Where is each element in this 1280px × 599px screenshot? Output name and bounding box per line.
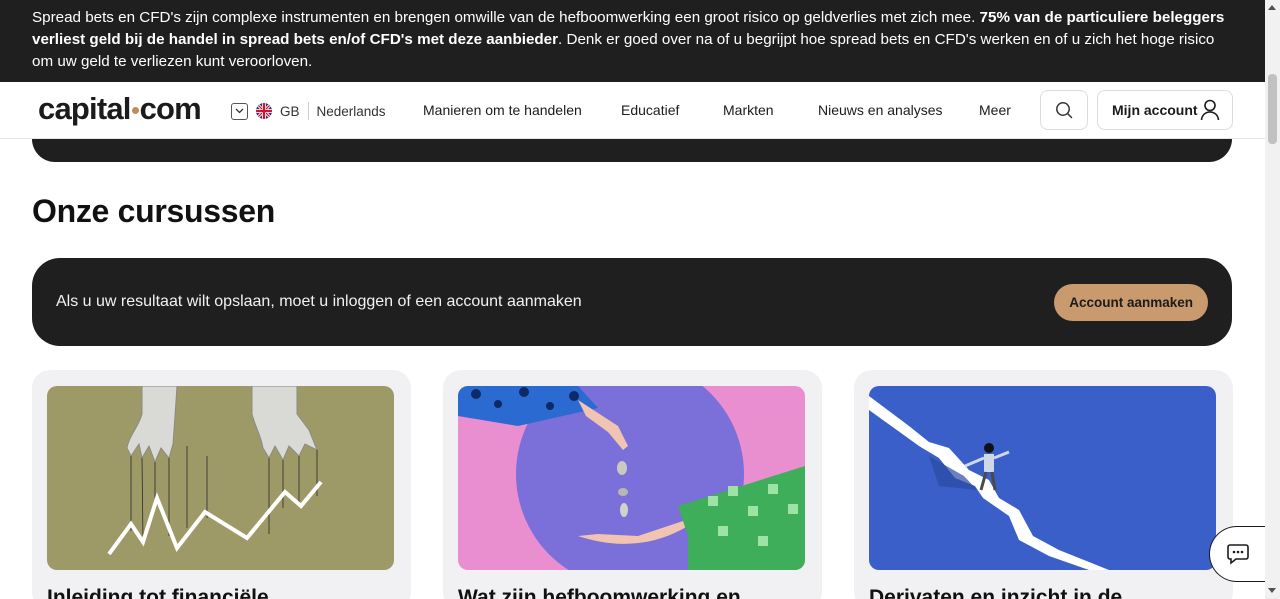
nav-education[interactable]: Educatief <box>621 102 679 118</box>
nav-more[interactable]: Meer <box>979 102 1011 118</box>
risk-warning-text: Spread bets en CFD's zijn complexe instr… <box>32 9 980 26</box>
course-title[interactable]: Wat zijn hefboomwerking en <box>458 586 741 599</box>
page-scrollbar[interactable] <box>1265 0 1280 599</box>
region-code[interactable]: GB <box>280 104 300 119</box>
main-navbar: capital com GB Nederlands Manieren om te … <box>0 82 1265 139</box>
risk-warning-banner: Spread bets en CFD's zijn complexe instr… <box>0 0 1265 82</box>
user-icon <box>1200 99 1220 121</box>
logo-dot <box>131 107 139 114</box>
search-icon <box>1056 102 1073 119</box>
my-account-label: Mijn account <box>1112 102 1198 118</box>
capital-com-logo[interactable]: capital com <box>38 91 202 127</box>
course-image-coins[interactable] <box>458 386 805 570</box>
uk-flag-icon <box>256 103 272 119</box>
logo-text-right: com <box>139 91 202 126</box>
course-title[interactable]: Derivaten en inzicht in de <box>869 586 1122 599</box>
login-prompt-bar: Als u uw resultaat wilt opslaan, moet u … <box>32 258 1232 346</box>
nav-ways-to-trade[interactable]: Manieren om te handelen <box>423 102 582 118</box>
course-image-graph-walker[interactable] <box>869 386 1216 570</box>
course-card[interactable]: Wat zijn hefboomwerking en <box>443 370 822 599</box>
nav-markets[interactable]: Markten <box>723 102 774 118</box>
chat-button[interactable] <box>1209 526 1265 582</box>
scroll-down-arrow[interactable] <box>1268 588 1276 593</box>
login-prompt-text: Als u uw resultaat wilt opslaan, moet u … <box>56 293 582 310</box>
search-button[interactable] <box>1040 90 1088 130</box>
course-title[interactable]: Inleiding tot financiële <box>47 586 269 599</box>
scroll-up-arrow[interactable] <box>1268 5 1276 10</box>
language-label[interactable]: Nederlands <box>317 104 386 119</box>
divider <box>307 102 309 120</box>
language-selector[interactable]: GB Nederlands <box>231 101 386 121</box>
course-image-puppet-hands[interactable] <box>47 386 394 570</box>
section-title: Onze cursussen <box>32 193 276 229</box>
logo-text-left: capital <box>38 91 131 126</box>
scroll-thumb[interactable] <box>1268 74 1277 144</box>
previous-section-bottom <box>32 139 1232 162</box>
nav-news-analysis[interactable]: Nieuws en analyses <box>818 102 943 118</box>
course-card[interactable]: Inleiding tot financiële <box>32 370 411 599</box>
create-account-button[interactable]: Account aanmaken <box>1054 283 1208 321</box>
chat-icon <box>1226 544 1249 565</box>
my-account-button[interactable]: Mijn account <box>1097 90 1233 130</box>
chevron-down-icon[interactable] <box>231 102 248 120</box>
course-card[interactable]: Derivaten en inzicht in de <box>854 370 1233 599</box>
